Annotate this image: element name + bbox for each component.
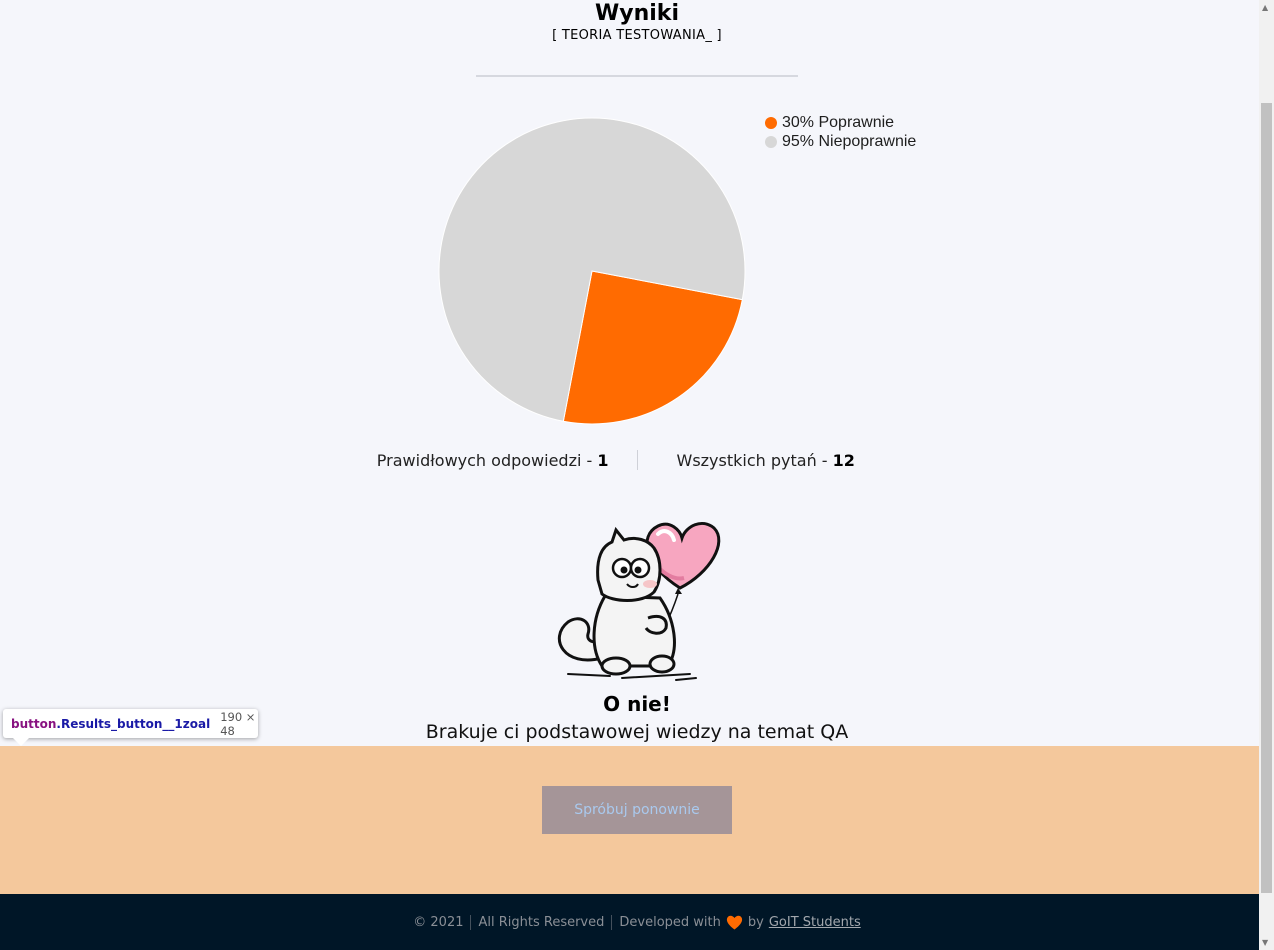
total-questions-label: Wszystkich pytań - [676, 450, 833, 470]
footer-separator [611, 914, 613, 930]
footer-by: by [747, 914, 764, 930]
scroll-up-arrow-icon[interactable]: ▲ [1262, 3, 1268, 12]
chart-legend: 30% Poprawnie 95% Niepoprawnie [765, 113, 916, 151]
total-questions-value: 12 [832, 450, 855, 470]
total-questions-stat: Wszystkich pytań - 12 [638, 451, 906, 470]
scroll-down-arrow-icon[interactable]: ▼ [1262, 938, 1268, 947]
goit-students-link[interactable]: GoIT Students [769, 915, 861, 930]
legend-dot-correct [765, 116, 777, 129]
title-divider [476, 75, 798, 77]
results-page: Wyniki [ TEORIA TESTOWANIA_ ] 30% Popraw… [0, 0, 1274, 950]
tooltip-tag: button [11, 716, 57, 731]
results-stats: Prawidłowych odpowiedzi - 1 Wszystkich p… [0, 450, 1274, 470]
footer-rights: All Rights Reserved [478, 914, 605, 930]
correct-answers-stat: Prawidłowych odpowiedzi - 1 [369, 451, 637, 470]
page-subtitle: [ TEORIA TESTOWANIA_ ] [552, 28, 722, 43]
legend-item-correct: 30% Poprawnie [765, 113, 916, 132]
footer-developed: Developed with [619, 914, 721, 930]
scrollbar-thumb[interactable] [1261, 103, 1272, 893]
results-pie-chart [438, 117, 746, 425]
correct-answers-label: Prawidłowych odpowiedzi - [376, 450, 598, 470]
legend-dot-incorrect [765, 135, 777, 148]
vertical-scrollbar[interactable]: ▲ ▼ [1259, 0, 1274, 950]
footer-separator [470, 914, 472, 930]
legend-item-incorrect: 95% Niepoprawnie [765, 132, 916, 151]
site-footer: © 2021 All Rights Reserved Developed wit… [0, 894, 1274, 950]
tooltip-class: .Results_button__1zoal [56, 716, 211, 731]
page-title: Wyniki [595, 1, 679, 26]
tooltip-arrow [13, 738, 29, 746]
cat-with-heart-balloon-illustration [557, 522, 721, 681]
devtools-inspect-tooltip: button .Results_button__1zoal 190 × 48 [3, 709, 258, 738]
footer-copyright: © 2021 [413, 914, 464, 930]
correct-answers-value: 1 [597, 450, 609, 470]
heart-icon [726, 915, 743, 930]
retry-button[interactable]: Spróbuj ponownie [542, 786, 732, 834]
legend-label-correct: 30% Poprawnie [782, 113, 895, 131]
legend-label-incorrect: 95% Niepoprawnie [782, 132, 917, 150]
tooltip-dimensions: 190 × 48 [220, 709, 256, 738]
